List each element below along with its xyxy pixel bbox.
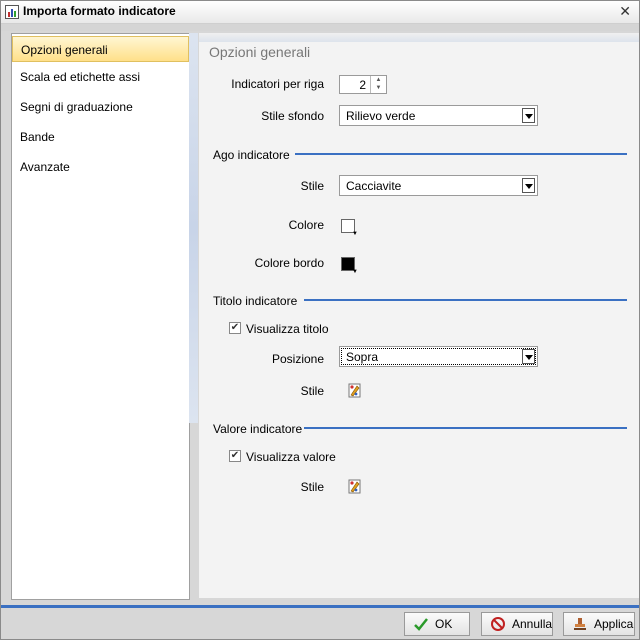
window-title: Importa formato indicatore	[23, 4, 176, 18]
stepper-up-icon[interactable]: ▲	[371, 76, 386, 84]
panel-header-strip	[199, 33, 639, 42]
nav-item-scale-axis-labels[interactable]: Scala ed etichette assi	[12, 64, 189, 90]
options-panel: Opzioni generali Indicatori per riga 2 ▲…	[199, 33, 639, 598]
title-style-label: Stile	[300, 384, 324, 398]
cancel-label: Annulla	[512, 617, 553, 631]
needle-style-value: Cacciavite	[346, 179, 402, 193]
ok-button[interactable]: OK	[404, 612, 470, 636]
style-editor-icon[interactable]	[348, 478, 362, 494]
background-style-select[interactable]: Rilievo verde	[339, 105, 538, 126]
apply-button[interactable]: Applica	[563, 612, 635, 636]
chevron-down-icon[interactable]	[522, 178, 535, 193]
nav-item-tick-marks[interactable]: Segni di graduazione	[12, 94, 189, 120]
needle-color-label: Colore	[288, 218, 324, 232]
title-position-value: Sopra	[346, 350, 379, 364]
show-title-checkbox[interactable]: ✔	[229, 322, 241, 334]
needle-style-label: Stile	[300, 179, 324, 193]
nav-panel: Opzioni generali Scala ed etichette assi…	[11, 33, 190, 600]
chevron-down-icon[interactable]	[522, 349, 535, 364]
apply-label: Applica	[594, 617, 634, 631]
indicators-per-row-stepper[interactable]: 2 ▲ ▼	[339, 75, 387, 94]
ok-label: OK	[435, 617, 453, 631]
nav-item-bands[interactable]: Bande	[12, 124, 189, 150]
value-style-label: Stile	[300, 480, 324, 494]
background-style-value: Rilievo verde	[346, 109, 416, 123]
title-group-line	[304, 299, 627, 301]
title-position-select[interactable]: Sopra	[339, 346, 538, 367]
needle-group-title: Ago indicatore	[213, 148, 290, 162]
title-position-label: Posizione	[271, 352, 324, 366]
stepper-down-icon[interactable]: ▼	[371, 84, 386, 92]
nav-splitter[interactable]	[189, 33, 198, 423]
app-icon	[5, 5, 19, 19]
top-strip	[1, 24, 639, 31]
swatch-arrow-icon: ▼	[352, 231, 358, 237]
background-style-label: Stile sfondo	[261, 109, 324, 123]
title-bar: Importa formato indicatore ✕	[1, 1, 639, 24]
cancel-button[interactable]: Annulla	[481, 612, 553, 636]
needle-border-color-label: Colore bordo	[254, 256, 324, 270]
section-title: Opzioni generali	[209, 44, 311, 60]
style-editor-icon[interactable]	[348, 382, 362, 398]
cancel-icon	[491, 617, 505, 631]
show-value-checkbox[interactable]: ✔	[229, 450, 241, 462]
show-title-label: Visualizza titolo	[246, 322, 329, 336]
stepper-arrows[interactable]: ▲ ▼	[370, 76, 386, 93]
swatch-arrow-icon: ▼	[352, 269, 358, 275]
nav-item-general-options[interactable]: Opzioni generali	[12, 36, 189, 62]
value-group-title: Valore indicatore	[213, 422, 303, 436]
close-icon[interactable]: ✕	[619, 4, 631, 18]
check-icon	[414, 618, 428, 631]
show-value-label: Visualizza valore	[246, 450, 336, 464]
indicators-per-row-value: 2	[359, 78, 366, 92]
needle-style-select[interactable]: Cacciavite	[339, 175, 538, 196]
footer-divider	[1, 605, 639, 608]
title-group-title: Titolo indicatore	[213, 294, 298, 308]
nav-item-advanced[interactable]: Avanzate	[12, 154, 189, 180]
indicators-per-row-label: Indicatori per riga	[231, 77, 324, 91]
stamp-icon	[574, 618, 586, 630]
dialog-footer: OK Annulla Applica	[1, 609, 639, 639]
needle-group-line	[295, 153, 627, 155]
dialog-window: Importa formato indicatore ✕ Opzioni gen…	[0, 0, 640, 640]
value-group-line	[304, 427, 627, 429]
chevron-down-icon[interactable]	[522, 108, 535, 123]
